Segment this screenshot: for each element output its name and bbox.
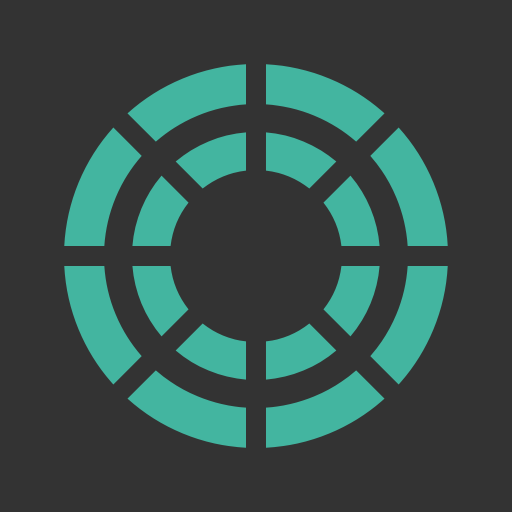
outer-ring-segment-4 — [265, 370, 385, 448]
outer-ring — [64, 64, 448, 448]
inner-ring-segment-1 — [265, 132, 337, 189]
outer-ring-segment-7 — [64, 127, 142, 247]
inner-ring-segment-8 — [175, 132, 247, 189]
outer-ring-segment-8 — [127, 64, 247, 142]
app-icon-canvas — [0, 0, 512, 512]
outer-ring-segment-3 — [370, 265, 448, 385]
inner-ring-segment-3 — [323, 265, 380, 337]
inner-ring-segment-6 — [132, 265, 189, 337]
inner-ring-segment-7 — [132, 175, 189, 247]
outer-ring-segment-1 — [265, 64, 385, 142]
inner-ring-segment-2 — [323, 175, 380, 247]
segmented-rings-logo-icon — [64, 64, 448, 448]
inner-ring-segment-4 — [265, 323, 337, 380]
outer-ring-segment-6 — [64, 265, 142, 385]
inner-ring — [132, 132, 380, 380]
inner-ring-segment-5 — [175, 323, 247, 380]
outer-ring-segment-5 — [127, 370, 247, 448]
outer-ring-segment-2 — [370, 127, 448, 247]
